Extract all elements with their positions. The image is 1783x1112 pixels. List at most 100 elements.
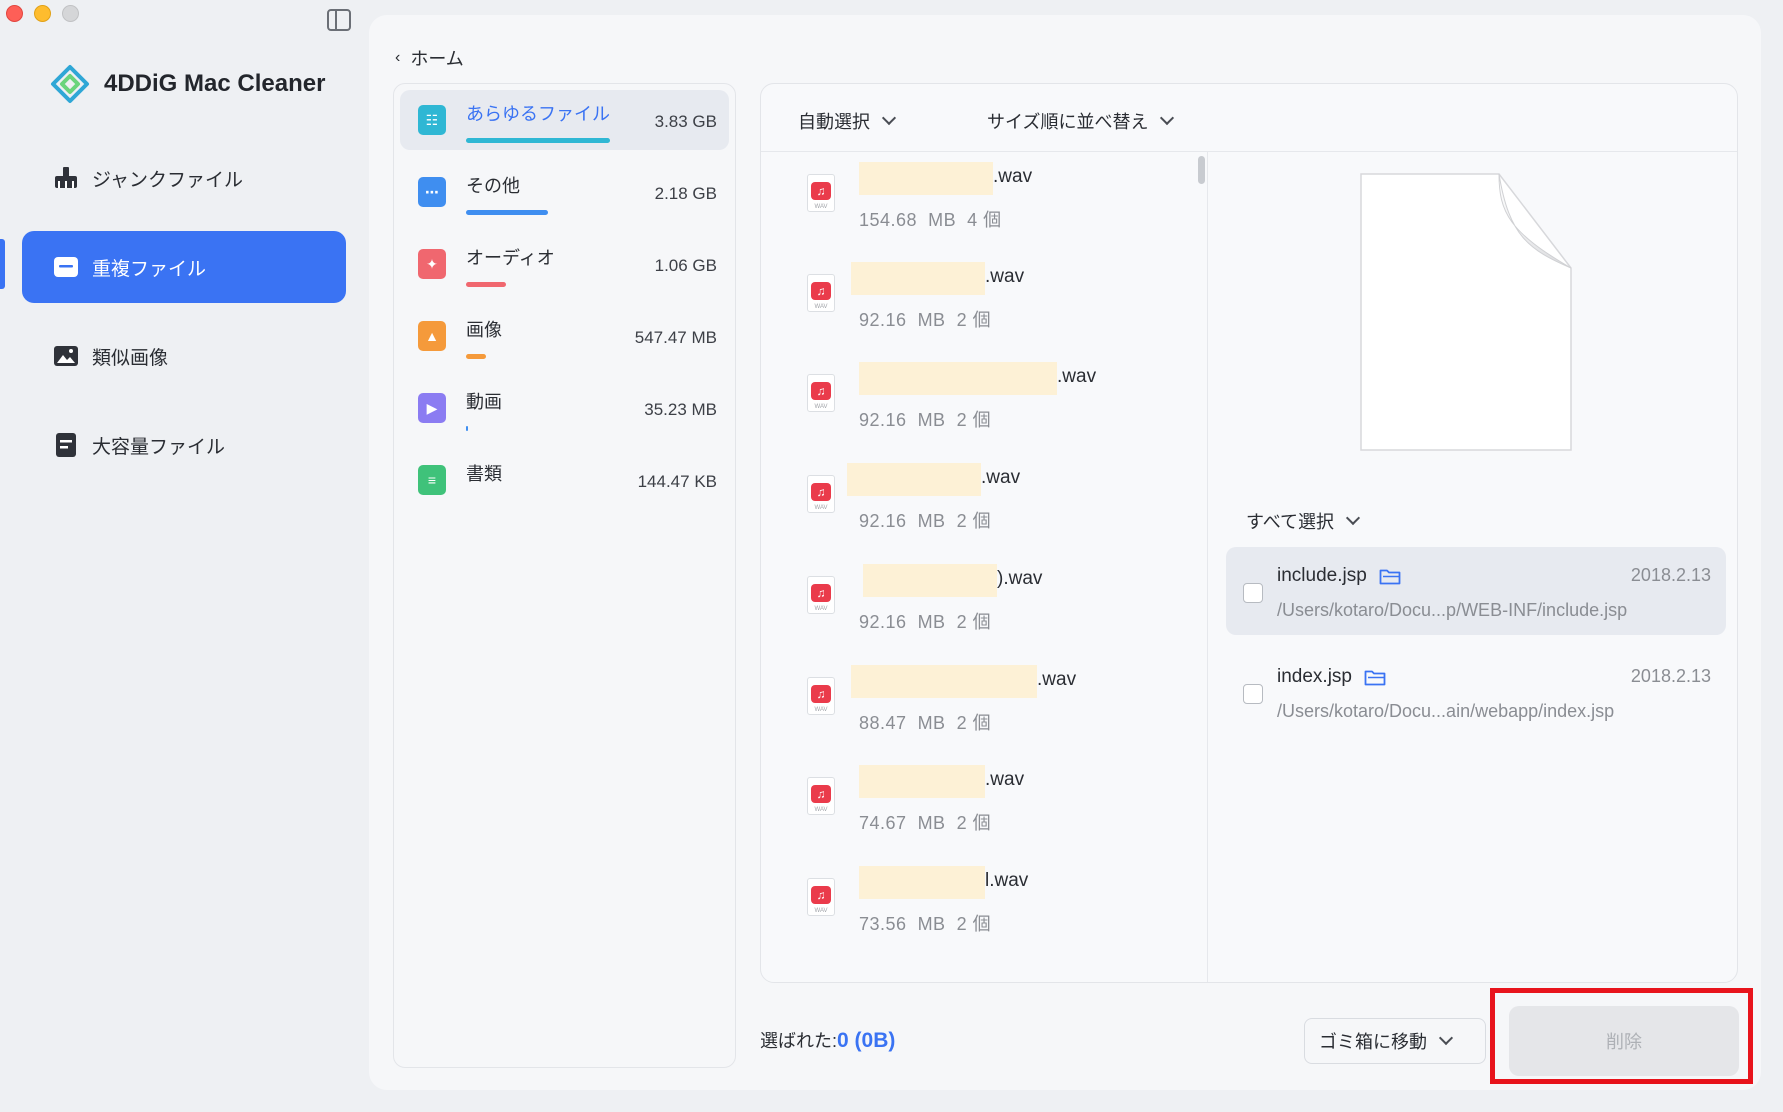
redacted-filename	[851, 262, 985, 295]
window-controls	[6, 5, 79, 22]
large-file-icon	[52, 431, 80, 459]
sidebar-item-similar-images[interactable]: 類似画像	[22, 320, 346, 392]
list-item[interactable]: ♫ WAV l.wav 73.56 MB 2 個	[761, 856, 1201, 956]
category-item-documents[interactable]: ≡ 書類 144.47 KB	[400, 450, 729, 510]
duplicate-checkbox[interactable]	[1243, 583, 1263, 603]
duplicate-file-name: index.jsp	[1277, 666, 1352, 687]
select-all-dropdown[interactable]: すべて選択	[1246, 508, 1361, 534]
category-size: 2.18 GB	[654, 184, 717, 203]
category-usage-bar	[466, 138, 610, 143]
list-item[interactable]: ♫ WAV .wav 154.68 MB 4 個	[761, 152, 1201, 252]
duplicate-name-group: index.jsp	[1277, 666, 1386, 688]
file-meta: 88.47 MB 2 個	[859, 713, 992, 733]
trash-label: ゴミ箱に移動	[1319, 1032, 1427, 1052]
category-name: その他	[466, 176, 520, 196]
category-name: 動画	[466, 392, 502, 412]
preview-pane: すべて選択 include.jsp 2018.2.13 /Users/kotar…	[1209, 152, 1737, 982]
category-item-audio[interactable]: ✦ オーディオ 1.06 GB	[400, 234, 729, 294]
file-name: ).wav	[997, 568, 1043, 589]
delete-button[interactable]: 削除	[1509, 1006, 1739, 1076]
auto-select-dropdown[interactable]: 自動選択	[798, 108, 897, 134]
all-files-icon: ☷	[418, 105, 446, 135]
sidebar-item-duplicate-files[interactable]: 重複ファイル	[22, 231, 346, 303]
list-item[interactable]: ♫ WAV .wav 92.16 MB 2 個	[761, 252, 1201, 352]
category-item-video[interactable]: ▶ 動画 35.23 MB	[400, 378, 729, 438]
chevron-down-icon	[881, 110, 897, 126]
file-meta: 92.16 MB 2 個	[859, 310, 992, 330]
redacted-filename	[859, 362, 1057, 395]
redacted-filename	[859, 866, 985, 899]
audio-file-icon: ♫ WAV	[807, 576, 835, 614]
back-label: ホーム	[410, 49, 464, 69]
sidebar-item-large-files[interactable]: 大容量ファイル	[22, 409, 346, 481]
open-folder-icon[interactable]	[1364, 669, 1386, 686]
category-size: 1.06 GB	[654, 256, 717, 275]
list-item[interactable]: ♫ WAV .wav 74.67 MB 2 個	[761, 755, 1201, 855]
duplicate-file-list: ♫ WAV .wav 154.68 MB 4 個 ♫ WAV .wav 92.16 …	[761, 152, 1208, 982]
category-name: 画像	[466, 320, 502, 340]
file-meta: 73.56 MB 2 個	[859, 914, 992, 934]
file-meta: 74.67 MB 2 個	[859, 813, 992, 833]
close-window-button[interactable]	[6, 5, 23, 22]
sidebar-item-label: 重複ファイル	[92, 258, 207, 280]
category-usage-bar	[466, 426, 468, 431]
duplicate-path: /Users/kotaro/Docu...p/WEB-INF/include.j…	[1277, 600, 1628, 620]
list-item[interactable]: ♫ WAV .wav 88.47 MB 2 個	[761, 655, 1201, 755]
open-folder-icon[interactable]	[1379, 568, 1401, 585]
list-item[interactable]: ♫ WAV ).wav 92.16 MB 2 個	[761, 554, 1201, 654]
image-icon	[52, 342, 80, 370]
video-icon: ▶	[418, 393, 446, 423]
file-name: .wav	[993, 166, 1033, 187]
zoom-window-button[interactable]	[62, 5, 79, 22]
duplicate-file-icon	[52, 253, 80, 281]
audio-icon: ✦	[418, 249, 446, 279]
sidebar-item-label: ジャンクファイル	[92, 169, 244, 191]
other-icon: ⋯	[418, 177, 446, 207]
category-usage-bar	[466, 210, 548, 215]
auto-select-label: 自動選択	[798, 112, 870, 132]
duplicate-checkbox[interactable]	[1243, 684, 1263, 704]
redacted-filename	[863, 564, 997, 597]
broom-icon	[52, 164, 80, 192]
move-to-trash-dropdown[interactable]: ゴミ箱に移動	[1304, 1018, 1486, 1064]
minimize-window-button[interactable]	[34, 5, 51, 22]
sort-label: サイズ順に並べ替え	[987, 112, 1149, 132]
file-meta: 92.16 MB 2 個	[859, 511, 992, 531]
back-button[interactable]: ‹ ホーム	[395, 45, 464, 71]
redacted-filename	[851, 665, 1037, 698]
redacted-filename	[859, 765, 985, 798]
category-item-all-files[interactable]: ☷ あらゆるファイル 3.83 GB	[400, 90, 729, 150]
sort-dropdown[interactable]: サイズ順に並べ替え	[987, 108, 1175, 134]
file-meta: 92.16 MB 2 個	[859, 410, 992, 430]
list-item[interactable]: ♫ WAV .wav 92.16 MB 2 個	[761, 453, 1201, 553]
category-item-other[interactable]: ⋯ その他 2.18 GB	[400, 162, 729, 222]
duplicate-file-name: include.jsp	[1277, 565, 1367, 586]
audio-file-icon: ♫ WAV	[807, 677, 835, 715]
file-name: .wav	[981, 467, 1021, 488]
file-preview-icon	[1360, 173, 1572, 451]
audio-file-icon: ♫ WAV	[807, 777, 835, 815]
duplicate-instance-row[interactable]: include.jsp 2018.2.13 /Users/kotaro/Docu…	[1226, 547, 1726, 635]
category-name: オーディオ	[466, 248, 555, 268]
category-name: あらゆるファイル	[466, 104, 610, 124]
sidebar-item-junk-files[interactable]: ジャンクファイル	[22, 142, 346, 214]
category-list: ☷ あらゆるファイル 3.83 GB ⋯ その他 2.18 GB ✦ オーディオ…	[393, 83, 736, 1068]
selection-value: 0 (0B)	[837, 1029, 896, 1052]
duplicate-path: /Users/kotaro/Docu...ain/webapp/index.js…	[1277, 701, 1615, 721]
category-name: 書類	[466, 464, 502, 484]
audio-file-icon: ♫ WAV	[807, 174, 835, 212]
category-size: 3.83 GB	[654, 112, 717, 131]
category-size: 547.47 MB	[634, 328, 717, 347]
audio-file-icon: ♫ WAV	[807, 475, 835, 513]
duplicate-date: 2018.2.13	[1630, 565, 1711, 585]
list-item[interactable]: ♫ WAV .wav 92.16 MB 2 個	[761, 352, 1201, 452]
chevron-left-icon: ‹	[395, 49, 401, 66]
selection-summary: 選ばれた:0 (0B)	[760, 1027, 895, 1053]
duplicate-name-group: include.jsp	[1277, 565, 1401, 587]
sidebar-toggle-icon[interactable]	[327, 9, 351, 31]
duplicate-instance-row[interactable]: index.jsp 2018.2.13 /Users/kotaro/Docu..…	[1226, 648, 1726, 736]
duplicate-date: 2018.2.13	[1630, 666, 1711, 686]
category-size: 35.23 MB	[644, 400, 717, 419]
category-item-images[interactable]: ▲ 画像 547.47 MB	[400, 306, 729, 366]
file-meta: 92.16 MB 2 個	[859, 612, 992, 632]
